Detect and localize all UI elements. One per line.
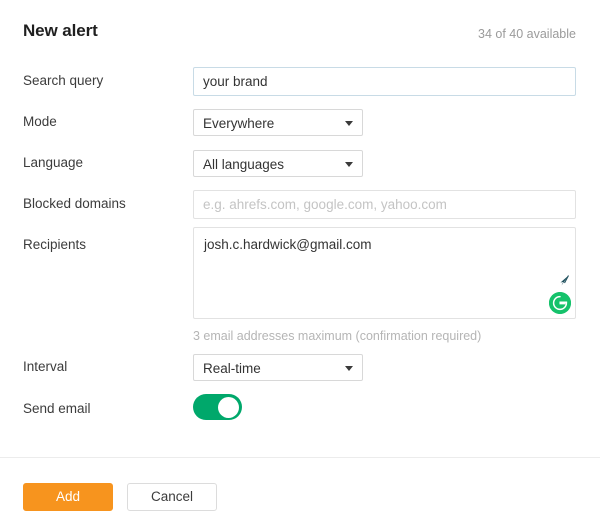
recipients-textarea[interactable] <box>193 227 576 319</box>
search-query-label: Search query <box>23 73 104 88</box>
interval-select-value: Real-time <box>203 361 261 376</box>
page-title: New alert <box>23 21 98 40</box>
form-row-recipients: Recipients josh.c.hardwick@gmail.com 3 e… <box>0 222 600 344</box>
recipients-help-text: 3 email addresses maximum (confirmation … <box>193 329 482 343</box>
form-row-language: Language All languages <box>0 140 600 181</box>
resize-handle-icon[interactable] <box>554 273 570 289</box>
search-query-input[interactable] <box>193 67 576 96</box>
recipients-textarea-wrap <box>193 227 576 319</box>
grammarly-icon[interactable] <box>549 292 571 314</box>
interval-label: Interval <box>23 359 68 374</box>
mode-select-value: Everywhere <box>203 116 275 131</box>
mode-select[interactable]: Everywhere <box>193 109 363 136</box>
blocked-domains-input[interactable] <box>193 190 576 219</box>
toggle-knob <box>218 396 239 418</box>
new-alert-form: Search query Mode Everywhere Language Al… <box>0 58 600 431</box>
chevron-down-icon <box>345 366 353 371</box>
form-row-interval: Interval Real-time <box>0 344 600 385</box>
form-row-mode: Mode Everywhere <box>0 99 600 140</box>
chevron-down-icon <box>345 162 353 167</box>
mode-label: Mode <box>23 114 57 129</box>
interval-select[interactable]: Real-time <box>193 354 363 381</box>
blocked-domains-label: Blocked domains <box>23 196 126 211</box>
alerts-quota-label: 34 of 40 available <box>478 27 576 41</box>
add-button[interactable]: Add <box>23 483 113 511</box>
language-label: Language <box>23 155 84 170</box>
new-alert-panel: New alert 34 of 40 available Search quer… <box>0 0 600 532</box>
send-email-label: Send email <box>23 401 91 416</box>
cancel-button[interactable]: Cancel <box>127 483 217 511</box>
recipients-label: Recipients <box>23 237 87 252</box>
language-select[interactable]: All languages <box>193 150 363 177</box>
panel-header: New alert 34 of 40 available <box>0 0 600 58</box>
language-select-value: All languages <box>203 157 285 172</box>
panel-footer: Add Cancel <box>0 458 600 532</box>
form-row-search-query: Search query <box>0 58 600 99</box>
form-row-blocked-domains: Blocked domains <box>0 181 600 222</box>
chevron-down-icon <box>345 121 353 126</box>
form-row-send-email: Send email <box>0 385 600 431</box>
send-email-toggle[interactable] <box>193 394 242 420</box>
